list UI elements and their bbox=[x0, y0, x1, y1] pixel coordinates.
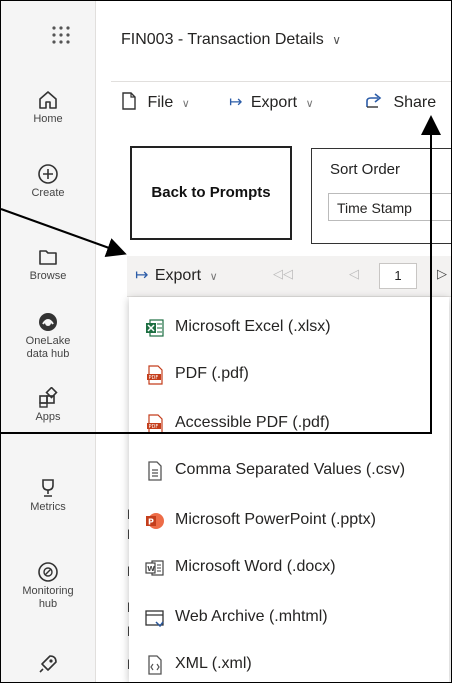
export-label: Export bbox=[250, 94, 298, 111]
menu-item-label: XML (.xml) bbox=[175, 655, 252, 672]
nav-label: Metrics bbox=[30, 501, 66, 513]
nav-item-home[interactable]: Home bbox=[1, 89, 95, 126]
nav-item-create[interactable]: Create bbox=[1, 163, 95, 200]
svg-text:PDF: PDF bbox=[149, 375, 159, 381]
nav-item-browse[interactable]: Browse bbox=[1, 246, 95, 283]
sort-order-label: Sort Order bbox=[330, 161, 401, 178]
export-arrow-icon: ↦ bbox=[229, 94, 243, 111]
next-page-icon[interactable]: ▷ bbox=[437, 266, 447, 282]
word-icon: W bbox=[145, 558, 165, 578]
menu-item-powerpoint[interactable]: P Microsoft PowerPoint (.pptx) bbox=[129, 498, 449, 544]
pdf-icon: PDF bbox=[145, 365, 165, 385]
chevron-down-icon: ∨ bbox=[181, 98, 190, 110]
sort-order-parameter: Sort Order Time Stamp bbox=[311, 148, 451, 244]
page-number-input[interactable]: 1 bbox=[379, 263, 417, 289]
menu-item-label: Accessible PDF (.pdf) bbox=[175, 414, 330, 431]
menu-item-pdf[interactable]: PDF PDF (.pdf) bbox=[129, 352, 449, 398]
menu-item-accessible-pdf[interactable]: PDF Accessible PDF (.pdf) bbox=[129, 401, 449, 447]
menu-item-label: Microsoft PowerPoint (.pptx) bbox=[175, 511, 376, 528]
nav-label-line2: hub bbox=[38, 598, 58, 610]
metrics-icon bbox=[37, 477, 59, 499]
nav-item-apps[interactable]: Apps bbox=[1, 387, 95, 424]
menu-item-csv[interactable]: Comma Separated Values (.csv) bbox=[129, 448, 449, 494]
file-menu-button[interactable]: File ∨ bbox=[121, 92, 190, 112]
file-label: File bbox=[147, 94, 174, 111]
chevron-down-icon: ∨ bbox=[209, 271, 218, 283]
file-icon bbox=[121, 92, 137, 110]
title-bar: FIN003 - Transaction Details ∨ bbox=[95, 1, 451, 81]
svg-text:W: W bbox=[147, 565, 155, 573]
nav-item-deployment[interactable] bbox=[1, 653, 95, 677]
menu-item-label: Comma Separated Values (.csv) bbox=[175, 461, 406, 478]
export-dropdown-menu: Microsoft Excel (.xlsx) PDF PDF (.pdf) P… bbox=[129, 297, 449, 682]
menu-item-label: Web Archive (.mhtml) bbox=[175, 608, 328, 625]
first-page-icon[interactable]: ◁◁ bbox=[273, 266, 293, 282]
report-viewer-toolbar: ↦ Export ∨ ◁◁ ◁ 1 ▷ bbox=[127, 256, 451, 297]
csv-icon bbox=[145, 461, 165, 481]
menu-item-label: PDF (.pdf) bbox=[175, 365, 249, 382]
app-launcher-icon[interactable] bbox=[49, 23, 73, 47]
menu-item-xml[interactable]: XML (.xml) bbox=[129, 642, 449, 682]
browse-icon bbox=[37, 246, 59, 268]
accessible-pdf-icon: PDF bbox=[145, 414, 165, 434]
nav-item-onelake[interactable]: OneLake data hub bbox=[1, 311, 95, 361]
chevron-down-icon: ∨ bbox=[332, 33, 341, 47]
powerpoint-icon: P bbox=[145, 511, 165, 531]
export-menu-button[interactable]: ↦ Export ∨ bbox=[229, 92, 314, 112]
menu-item-excel[interactable]: Microsoft Excel (.xlsx) bbox=[129, 305, 449, 351]
excel-icon bbox=[145, 318, 165, 338]
svg-text:PDF: PDF bbox=[149, 424, 159, 430]
share-icon bbox=[365, 92, 383, 110]
share-label: Share bbox=[393, 94, 437, 111]
home-icon bbox=[37, 89, 59, 111]
onelake-icon bbox=[37, 311, 59, 333]
nav-label: Create bbox=[31, 187, 65, 199]
nav-label: Browse bbox=[29, 270, 67, 282]
report-title-text: FIN003 - Transaction Details bbox=[121, 31, 324, 48]
nav-item-metrics[interactable]: Metrics bbox=[1, 477, 95, 514]
app-window: Home Create Browse OneLake data hub Apps… bbox=[0, 0, 452, 683]
chevron-down-icon: ∨ bbox=[305, 98, 314, 110]
menu-item-word[interactable]: W Microsoft Word (.docx) bbox=[129, 545, 449, 591]
rocket-icon bbox=[37, 653, 59, 675]
xml-icon bbox=[145, 655, 165, 675]
previous-page-icon[interactable]: ◁ bbox=[349, 266, 359, 282]
svg-text:P: P bbox=[148, 518, 154, 527]
back-to-prompts-button[interactable]: Back to Prompts bbox=[130, 146, 292, 240]
nav-label-line1: OneLake bbox=[25, 335, 71, 347]
report-export-label: Export bbox=[154, 267, 202, 284]
report-toolbar: File ∨ ↦ Export ∨ Share bbox=[111, 81, 451, 123]
sort-order-select[interactable]: Time Stamp bbox=[328, 193, 451, 221]
menu-item-label: Microsoft Word (.docx) bbox=[175, 558, 336, 575]
menu-item-label: Microsoft Excel (.xlsx) bbox=[175, 318, 331, 335]
nav-item-monitoring[interactable]: Monitoring hub bbox=[1, 561, 95, 611]
nav-label-line1: Monitoring bbox=[22, 585, 74, 597]
create-icon bbox=[37, 163, 59, 185]
report-title[interactable]: FIN003 - Transaction Details ∨ bbox=[121, 31, 341, 49]
monitoring-icon bbox=[37, 561, 59, 583]
export-arrow-icon: ↦ bbox=[135, 267, 149, 284]
nav-label: Home bbox=[33, 113, 63, 125]
left-nav: Home Create Browse OneLake data hub Apps… bbox=[1, 1, 96, 682]
share-button[interactable]: Share bbox=[365, 92, 436, 112]
report-export-button[interactable]: ↦ Export ∨ bbox=[135, 265, 218, 285]
web-archive-icon bbox=[145, 608, 165, 628]
nav-label: Apps bbox=[35, 411, 61, 423]
menu-item-web-archive[interactable]: Web Archive (.mhtml) bbox=[129, 595, 449, 641]
apps-icon bbox=[37, 387, 59, 409]
nav-label-line2: data hub bbox=[26, 348, 70, 360]
